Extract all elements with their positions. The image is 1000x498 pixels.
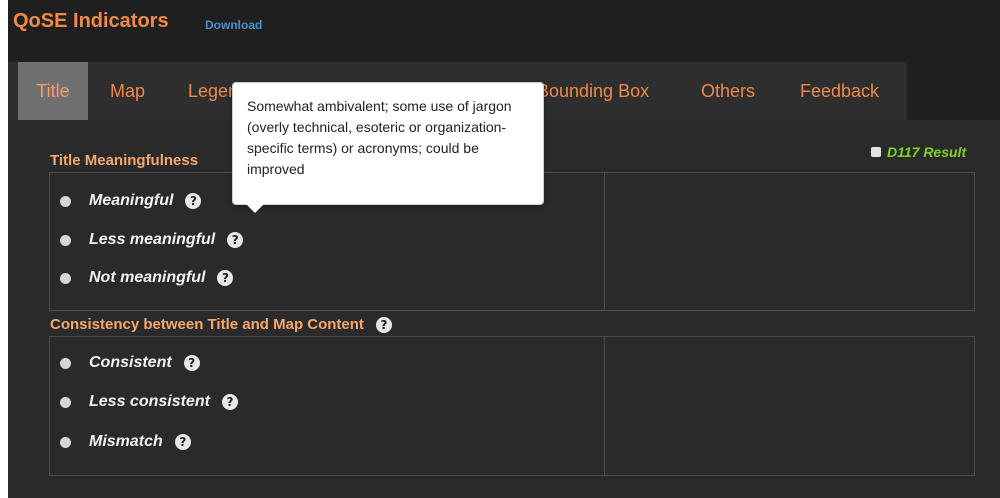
- question-circle-icon[interactable]: ?: [227, 232, 244, 248]
- option-less-meaningful[interactable]: Less meaningful ?: [60, 228, 244, 252]
- option-label: Less meaningful: [89, 231, 216, 248]
- option-label: Meaningful: [89, 192, 174, 209]
- option-label: Less consistent: [89, 393, 210, 410]
- radio-bullet-icon[interactable]: [60, 272, 71, 284]
- tooltip-text: Somewhat ambivalent; some use of jargon …: [247, 98, 512, 177]
- question-circle-icon[interactable]: ?: [174, 434, 191, 450]
- option-less-consistent[interactable]: Less consistent ?: [60, 390, 238, 414]
- section-heading-consistency: Consistency between Title and Map Conten…: [50, 316, 392, 333]
- consistency-options: Consistent ? Less consistent ? Mismatch …: [49, 336, 975, 476]
- app-title: QoSE Indicators: [13, 10, 169, 32]
- result-toggle[interactable]: D117 Result: [871, 144, 966, 160]
- grid-divider: [604, 173, 605, 310]
- question-circle-icon[interactable]: ?: [185, 193, 202, 209]
- section-heading-label: Consistency between Title and Map Conten…: [50, 316, 364, 333]
- help-tooltip: Somewhat ambivalent; some use of jargon …: [232, 82, 544, 205]
- question-circle-icon[interactable]: ?: [375, 316, 392, 333]
- option-mismatch[interactable]: Mismatch ?: [60, 430, 191, 454]
- result-checkbox[interactable]: [871, 147, 881, 157]
- result-label: D117 Result: [887, 144, 967, 160]
- option-not-meaningful[interactable]: Not meaningful ?: [60, 266, 234, 290]
- tooltip-arrow: [246, 204, 264, 213]
- app-window: QoSE Indicators Download Title Map Legen…: [8, 0, 1000, 498]
- question-circle-icon[interactable]: ?: [221, 394, 238, 410]
- download-link[interactable]: Download: [205, 18, 262, 32]
- option-consistent[interactable]: Consistent ?: [60, 351, 200, 375]
- question-circle-icon[interactable]: ?: [217, 270, 234, 286]
- radio-bullet-icon[interactable]: [60, 234, 71, 246]
- grid-divider: [604, 337, 605, 475]
- option-label: Not meaningful: [89, 269, 206, 286]
- section-heading-label: Title Meaningfulness: [50, 152, 199, 169]
- section-heading-title-meaningfulness: Title Meaningfulness: [50, 152, 198, 169]
- radio-bullet-icon[interactable]: [60, 195, 71, 207]
- header: QoSE Indicators Download: [8, 0, 1000, 52]
- tab-feedback[interactable]: Feedback: [800, 62, 879, 120]
- tab-bounding-box[interactable]: Bounding Box: [537, 62, 649, 120]
- tab-map[interactable]: Map: [110, 62, 145, 120]
- radio-bullet-icon[interactable]: [60, 357, 71, 369]
- tab-title[interactable]: Title: [18, 62, 88, 120]
- option-meaningful[interactable]: Meaningful ?: [60, 189, 202, 213]
- radio-bullet-icon[interactable]: [60, 396, 71, 408]
- question-circle-icon[interactable]: ?: [183, 355, 200, 371]
- radio-bullet-icon[interactable]: [60, 436, 71, 448]
- option-label: Consistent: [89, 354, 172, 371]
- tab-others[interactable]: Others: [701, 62, 755, 120]
- option-label: Mismatch: [89, 433, 163, 450]
